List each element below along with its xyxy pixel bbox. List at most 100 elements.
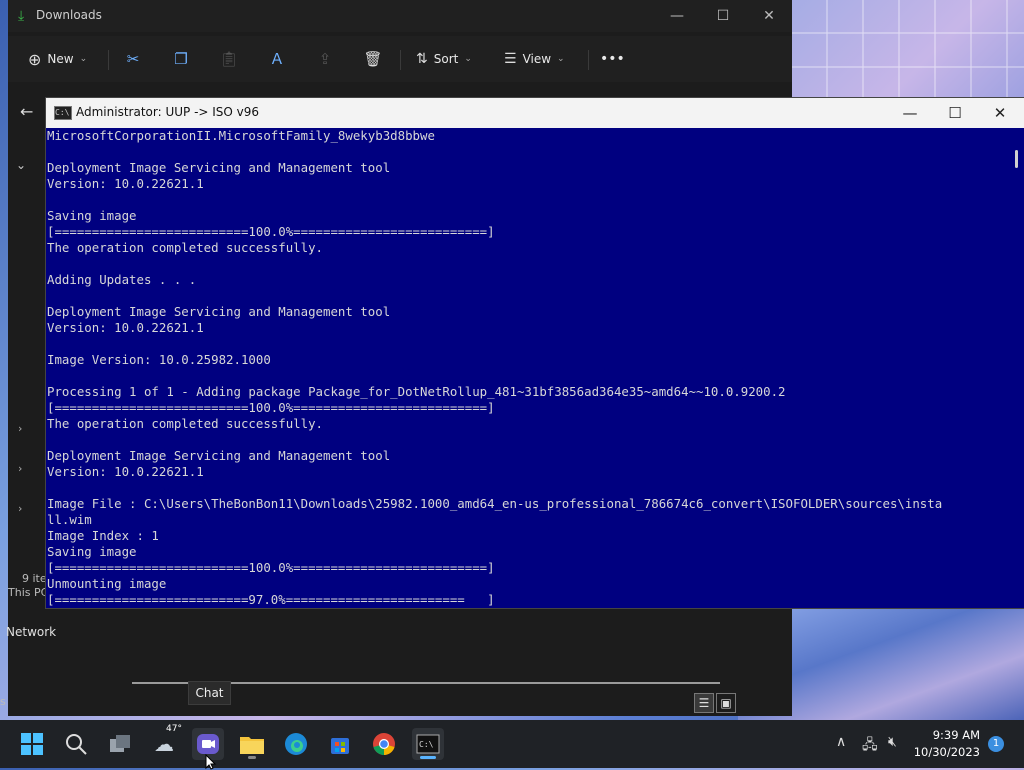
cmd-line: Image Index : 1: [47, 528, 159, 543]
chat-tooltip: Chat: [188, 681, 231, 705]
cmd-line: [47, 336, 1007, 352]
svg-text:C:\: C:\: [419, 740, 434, 749]
tiles-view-icon[interactable]: ▣: [716, 693, 736, 713]
chevron-down-icon: ⌄: [79, 54, 88, 64]
expand-chevron-icon[interactable]: ⌄: [16, 158, 26, 172]
back-arrow-icon[interactable]: ←: [20, 102, 33, 121]
cloud-icon: ☁: [154, 732, 174, 756]
clock-time[interactable]: 9:39 AM: [912, 728, 980, 742]
details-view-icon[interactable]: ☰: [694, 693, 714, 713]
sort-button[interactable]: ⇅ Sort ⌄: [416, 48, 472, 70]
cmd-line: The operation completed successfully.: [47, 416, 324, 431]
cmd-scrollbar[interactable]: [1009, 128, 1024, 607]
sidebar-this-pc[interactable]: This PC: [8, 586, 48, 599]
cmd-line: The operation completed successfully.: [47, 240, 324, 255]
chevron-right-icon[interactable]: ›: [18, 502, 22, 515]
clock-date[interactable]: 10/30/2023: [912, 745, 980, 759]
cmd-line: [==========================97.0%========…: [47, 592, 495, 607]
plus-circle-icon: ⊕: [28, 49, 42, 69]
minimize-button[interactable]: —: [662, 6, 692, 26]
start-button[interactable]: [16, 728, 48, 760]
chat-icon: [197, 734, 219, 754]
paste-icon[interactable]: 📋︎: [219, 49, 239, 69]
network-icon[interactable]: 🖧︎: [862, 734, 878, 758]
cmd-line: [==========================100.0%=======…: [47, 400, 495, 415]
chrome-icon: [373, 733, 395, 755]
cmd-line: Processing 1 of 1 - Adding package Packa…: [47, 384, 786, 399]
terminal-button[interactable]: C:\: [412, 728, 444, 760]
cmd-line: Saving image: [47, 544, 137, 559]
copy-icon[interactable]: ❐: [171, 49, 191, 69]
toolbar-divider: [108, 50, 109, 70]
notification-badge[interactable]: 1: [988, 736, 1004, 752]
volume-muted-icon[interactable]: 🔇︎: [888, 734, 897, 750]
scroll-thumb[interactable]: [1015, 150, 1018, 168]
weather-temp: 47°: [166, 724, 182, 734]
running-indicator: [420, 756, 436, 759]
sidebar-network[interactable]: Network: [6, 625, 56, 639]
explorer-title: Downloads: [36, 8, 102, 22]
explorer-toolbar: ⊕ New ⌄ ✂ ❐ 📋︎ Ａ ⇪ 🗑︎ ⇅ Sort ⌄ ☰ View ⌄ …: [8, 36, 792, 82]
cmd-line: [47, 288, 1007, 304]
chevron-down-icon: ⌄: [557, 54, 565, 64]
delete-icon[interactable]: 🗑︎: [363, 49, 383, 69]
cmd-line: [47, 256, 1007, 272]
close-button[interactable]: ✕: [980, 102, 1020, 124]
windows-logo-icon: [21, 733, 43, 755]
status-item-count: 9 ite: [22, 572, 47, 585]
store-icon: [331, 738, 349, 754]
chrome-button[interactable]: [368, 728, 400, 760]
chevron-up-icon[interactable]: ∧: [836, 734, 846, 750]
file-explorer-button[interactable]: [236, 728, 268, 760]
cmd-line: MicrosoftCorporationII.MicrosoftFamily_8…: [47, 128, 435, 143]
cut-icon[interactable]: ✂: [123, 49, 143, 69]
edge-icon: [285, 733, 307, 755]
weather-widget[interactable]: ☁ 47°: [148, 724, 182, 760]
close-button[interactable]: ✕: [754, 6, 784, 26]
sort-button-label: Sort: [433, 52, 459, 66]
cmd-title: Administrator: UUP -> ISO v96: [76, 105, 260, 119]
minimize-button[interactable]: —: [890, 102, 930, 124]
view-button[interactable]: ☰ View ⌄: [504, 48, 565, 70]
chevron-right-icon[interactable]: ›: [18, 422, 22, 435]
new-button-label: New: [47, 52, 74, 66]
cmd-line: [47, 144, 1007, 160]
explorer-titlebar[interactable]: ⤓ Downloads — ☐ ✕: [8, 0, 792, 32]
wallpaper-grid: [790, 0, 1024, 100]
cmd-line: Version: 10.0.22621.1: [47, 320, 204, 335]
cmd-line: [==========================100.0%=======…: [47, 560, 495, 575]
cmd-line: Saving image: [47, 208, 137, 223]
cmd-line: [47, 192, 1007, 208]
edge-button[interactable]: [280, 728, 312, 760]
toolbar-divider: [588, 50, 589, 70]
cmd-line: [47, 368, 1007, 384]
maximize-button[interactable]: ☐: [935, 102, 975, 124]
chevron-right-icon[interactable]: ›: [18, 462, 22, 475]
search-button[interactable]: [60, 728, 92, 760]
explorer-nav: ←: [8, 96, 48, 128]
cmd-icon: C:\: [416, 734, 440, 754]
cmd-titlebar[interactable]: C:\ Administrator: UUP -> ISO v96 — ☐ ✕: [46, 98, 1024, 128]
cmd-line: Adding Updates . . .: [47, 272, 197, 287]
cmd-line: Deployment Image Servicing and Managemen…: [47, 304, 391, 319]
cmd-line: Image Version: 10.0.25982.1000: [47, 352, 271, 367]
more-options-button[interactable]: •••: [600, 48, 625, 70]
task-view-icon: [110, 735, 130, 752]
task-view-button[interactable]: [104, 728, 136, 760]
status-left-text: s: [0, 695, 6, 708]
cmd-line: [==========================100.0%=======…: [47, 224, 495, 239]
view-icon: ☰: [504, 51, 517, 67]
cmd-window[interactable]: C:\ Administrator: UUP -> ISO v96 — ☐ ✕ …: [45, 97, 1024, 609]
share-icon[interactable]: ⇪: [315, 49, 335, 69]
taskbar: ☁ 47° C:\ ∧ 🖧︎ 🔇︎ 9:39 AM 10/30/2023: [0, 720, 1024, 768]
store-button[interactable]: [324, 728, 356, 760]
cmd-line: Version: 10.0.22621.1: [47, 176, 204, 191]
sort-icon: ⇅: [416, 51, 428, 67]
cmd-output[interactable]: MicrosoftCorporationII.MicrosoftFamily_8…: [47, 128, 1007, 607]
search-icon: [66, 734, 87, 755]
download-icon: ⤓: [18, 8, 25, 24]
cmd-line: Version: 10.0.22621.1: [47, 464, 204, 479]
new-button[interactable]: ⊕ New ⌄: [28, 48, 87, 70]
maximize-button[interactable]: ☐: [708, 6, 738, 26]
rename-icon[interactable]: Ａ: [267, 49, 287, 69]
